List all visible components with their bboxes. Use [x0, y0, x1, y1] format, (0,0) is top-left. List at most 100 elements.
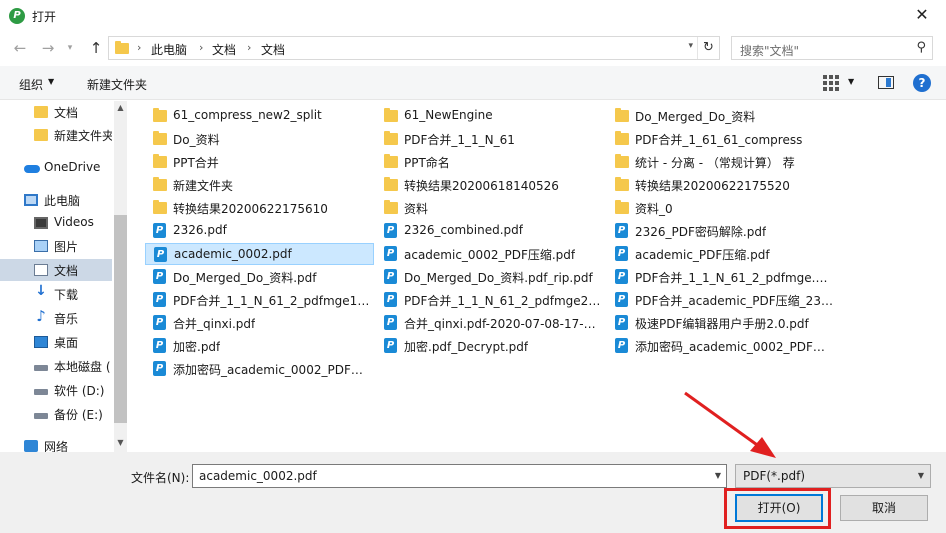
folder-item[interactable]: PPT命名 — [376, 151, 605, 173]
sidebar-item[interactable]: 新建文件夹 — [0, 124, 112, 146]
folder-icon — [115, 41, 129, 54]
view-grid-icon[interactable] — [823, 75, 839, 91]
file-name: 2326.pdf — [173, 223, 227, 237]
file-item[interactable]: P PDF合并_1_1_N_61_2_pdfmge1_sp... — [145, 289, 374, 311]
sidebar-item[interactable]: 桌面 — [0, 331, 112, 353]
file-name: 2326_PDF密码解除.pdf — [635, 225, 767, 239]
sidebar-item[interactable]: Videos — [0, 212, 112, 234]
file-item[interactable]: P PDF合并_1_1_N_61_2_pdfmge.pdf — [607, 266, 836, 288]
file-item[interactable]: P 2326.pdf — [145, 220, 374, 242]
folder-item[interactable]: PDF合并_1_1_N_61 — [376, 128, 605, 150]
scroll-down-icon[interactable]: ▼ — [114, 438, 127, 447]
file-name: 新建文件夹 — [173, 179, 234, 193]
breadcrumb-this-pc[interactable]: 此电脑 — [151, 41, 187, 58]
file-item[interactable]: P 加密.pdf_Decrypt.pdf — [376, 335, 605, 357]
folder-item[interactable]: PPT合并 — [145, 151, 374, 173]
sidebar-item-label: Videos — [54, 215, 94, 229]
filename-input[interactable]: academic_0002.pdf ▼ — [192, 464, 727, 488]
folder-item[interactable]: PDF合并_1_61_61_compress — [607, 128, 836, 150]
new-folder-button[interactable]: 新建文件夹 — [87, 76, 147, 93]
folder-item[interactable]: Do_Merged_Do_资料 — [607, 105, 836, 127]
folder-item[interactable]: 转换结果20200618140526 — [376, 174, 605, 196]
file-item[interactable]: Pacademic_0002_PDF压缩.pdf — [376, 243, 605, 265]
close-icon[interactable]: ✕ — [912, 5, 932, 25]
sidebar-item[interactable]: 备份 (E:) — [0, 403, 112, 425]
drive-icon — [34, 413, 48, 419]
file-name: PDF合并_1_1_N_61_2_pdfmge1_sp... — [173, 294, 371, 308]
chevron-down-icon[interactable]: ▼ — [918, 471, 924, 480]
forward-arrow-icon[interactable]: → — [38, 38, 58, 58]
video-icon — [34, 217, 48, 229]
recent-chevron-icon[interactable]: ▾ — [60, 38, 80, 58]
file-name: PDF合并_academic_PDF压缩_2326.... — [635, 294, 833, 308]
sidebar-item[interactable]: ♪ 音乐 — [0, 307, 112, 329]
pdf-file-icon: P — [153, 223, 166, 238]
sidebar-item[interactable]: OneDrive — [0, 157, 112, 179]
search-input[interactable]: 搜索"文档" ⚲ — [731, 36, 933, 60]
file-name: 资料 — [404, 202, 429, 216]
file-name: PDF合并_1_61_61_compress — [635, 133, 803, 147]
file-item[interactable]: P 加密.pdf — [145, 335, 374, 357]
folder-item[interactable]: 统计 - 分离 - （常规计算） 荐 — [607, 151, 836, 173]
up-arrow-icon[interactable]: ↑ — [86, 38, 106, 58]
search-placeholder: 搜索"文档" — [740, 44, 800, 58]
file-item[interactable]: P Do_Merged_Do_资料.pdf — [145, 266, 374, 288]
command-toolbar: 组织 ▼ 新建文件夹 ▼ ? — [0, 66, 946, 100]
back-arrow-icon[interactable]: ← — [10, 38, 30, 58]
file-item[interactable]: P 合并_qinxi.pdf-2020-07-08-17-43-... — [376, 312, 605, 334]
breadcrumb-documents-current[interactable]: 文档 — [261, 41, 285, 58]
refresh-icon[interactable]: ↻ — [697, 37, 719, 59]
pdf-file-icon: P — [153, 338, 166, 353]
file-list: 61_compress_new2_split 61_NewEngine Do_Mer… — [140, 101, 946, 452]
file-item[interactable]: P 2326_PDF密码解除.pdf — [607, 220, 836, 242]
sidebar-item[interactable]: 软件 (D:) — [0, 379, 112, 401]
folder-item[interactable]: 转换结果20200622175520 — [607, 174, 836, 196]
sidebar-item[interactable]: ↓ 下载 — [0, 283, 112, 305]
folder-item[interactable]: 61_NewEngine — [376, 105, 605, 127]
file-item[interactable]: P 添加密码_academic_0002_PDF压缩... — [607, 335, 836, 357]
file-item[interactable]: P 添加密码_academic_0002_PDF压缩... — [145, 358, 374, 380]
pdf-file-icon: P — [384, 246, 397, 261]
organize-button[interactable]: 组织 — [19, 76, 43, 93]
file-item[interactable]: P PDF合并_academic_PDF压缩_2326.... — [607, 289, 836, 311]
folder-item[interactable]: Do_资料 — [145, 128, 374, 150]
folder-item[interactable]: 新建文件夹 — [145, 174, 374, 196]
file-item[interactable]: P 合并_qinxi.pdf — [145, 312, 374, 334]
sidebar-item[interactable]: 文档 — [0, 259, 112, 281]
file-item[interactable]: P PDF合并_1_1_N_61_2_pdfmge2_sp... — [376, 289, 605, 311]
sidebar-item[interactable]: 本地磁盘 ( — [0, 355, 112, 377]
preview-pane-icon[interactable] — [878, 76, 894, 89]
chevron-down-icon[interactable]: ▼ — [715, 471, 721, 480]
sidebar-item[interactable]: 文档 — [0, 101, 112, 123]
file-name: 添加密码_academic_0002_PDF压缩... — [173, 363, 371, 377]
address-bar[interactable]: › 此电脑 › 文档 › 文档 ▾ ↻ — [108, 36, 720, 60]
sidebar-item[interactable]: 此电脑 — [0, 189, 112, 211]
file-item[interactable]: P 极速PDF编辑器用户手册2.0.pdf — [607, 312, 836, 334]
chevron-down-icon[interactable]: ▼ — [48, 77, 54, 86]
folder-icon — [34, 106, 48, 118]
folder-item[interactable]: 资料_0 — [607, 197, 836, 219]
file-item[interactable]: P 2326_combined.pdf — [376, 220, 605, 242]
folder-item[interactable]: 资料 — [376, 197, 605, 219]
address-dropdown-icon[interactable]: ▾ — [688, 41, 693, 51]
folder-item[interactable]: 61_compress_new2_split — [145, 105, 374, 127]
sidebar-item[interactable]: 网络 — [0, 435, 112, 452]
help-icon[interactable]: ? — [913, 74, 931, 92]
sidebar-scrollbar-thumb[interactable] — [114, 215, 127, 423]
chevron-down-icon[interactable]: ▼ — [848, 77, 854, 86]
file-name: 资料_0 — [635, 202, 673, 216]
open-button[interactable]: 打开(O) — [735, 494, 823, 522]
file-item[interactable]: P Do_Merged_Do_资料.pdf_rip.pdf — [376, 266, 605, 288]
search-icon[interactable]: ⚲ — [916, 40, 926, 55]
file-item[interactable]: Pacademic_0002.pdf — [145, 243, 374, 265]
folder-item[interactable]: 转换结果20200622175610 — [145, 197, 374, 219]
file-name: 合并_qinxi.pdf-2020-07-08-17-43-... — [404, 317, 602, 331]
file-name: Do_Merged_Do_资料.pdf_rip.pdf — [404, 271, 593, 285]
breadcrumb-documents[interactable]: 文档 — [212, 41, 236, 58]
file-type-select[interactable]: PDF(*.pdf) ▼ — [735, 464, 931, 488]
sidebar-item-label: 本地磁盘 ( — [54, 360, 111, 374]
file-item[interactable]: Pacademic_PDF压缩.pdf — [607, 243, 836, 265]
sidebar-item[interactable]: 图片 — [0, 235, 112, 257]
scroll-up-icon[interactable]: ▲ — [114, 103, 127, 112]
cancel-button[interactable]: 取消 — [840, 495, 928, 521]
